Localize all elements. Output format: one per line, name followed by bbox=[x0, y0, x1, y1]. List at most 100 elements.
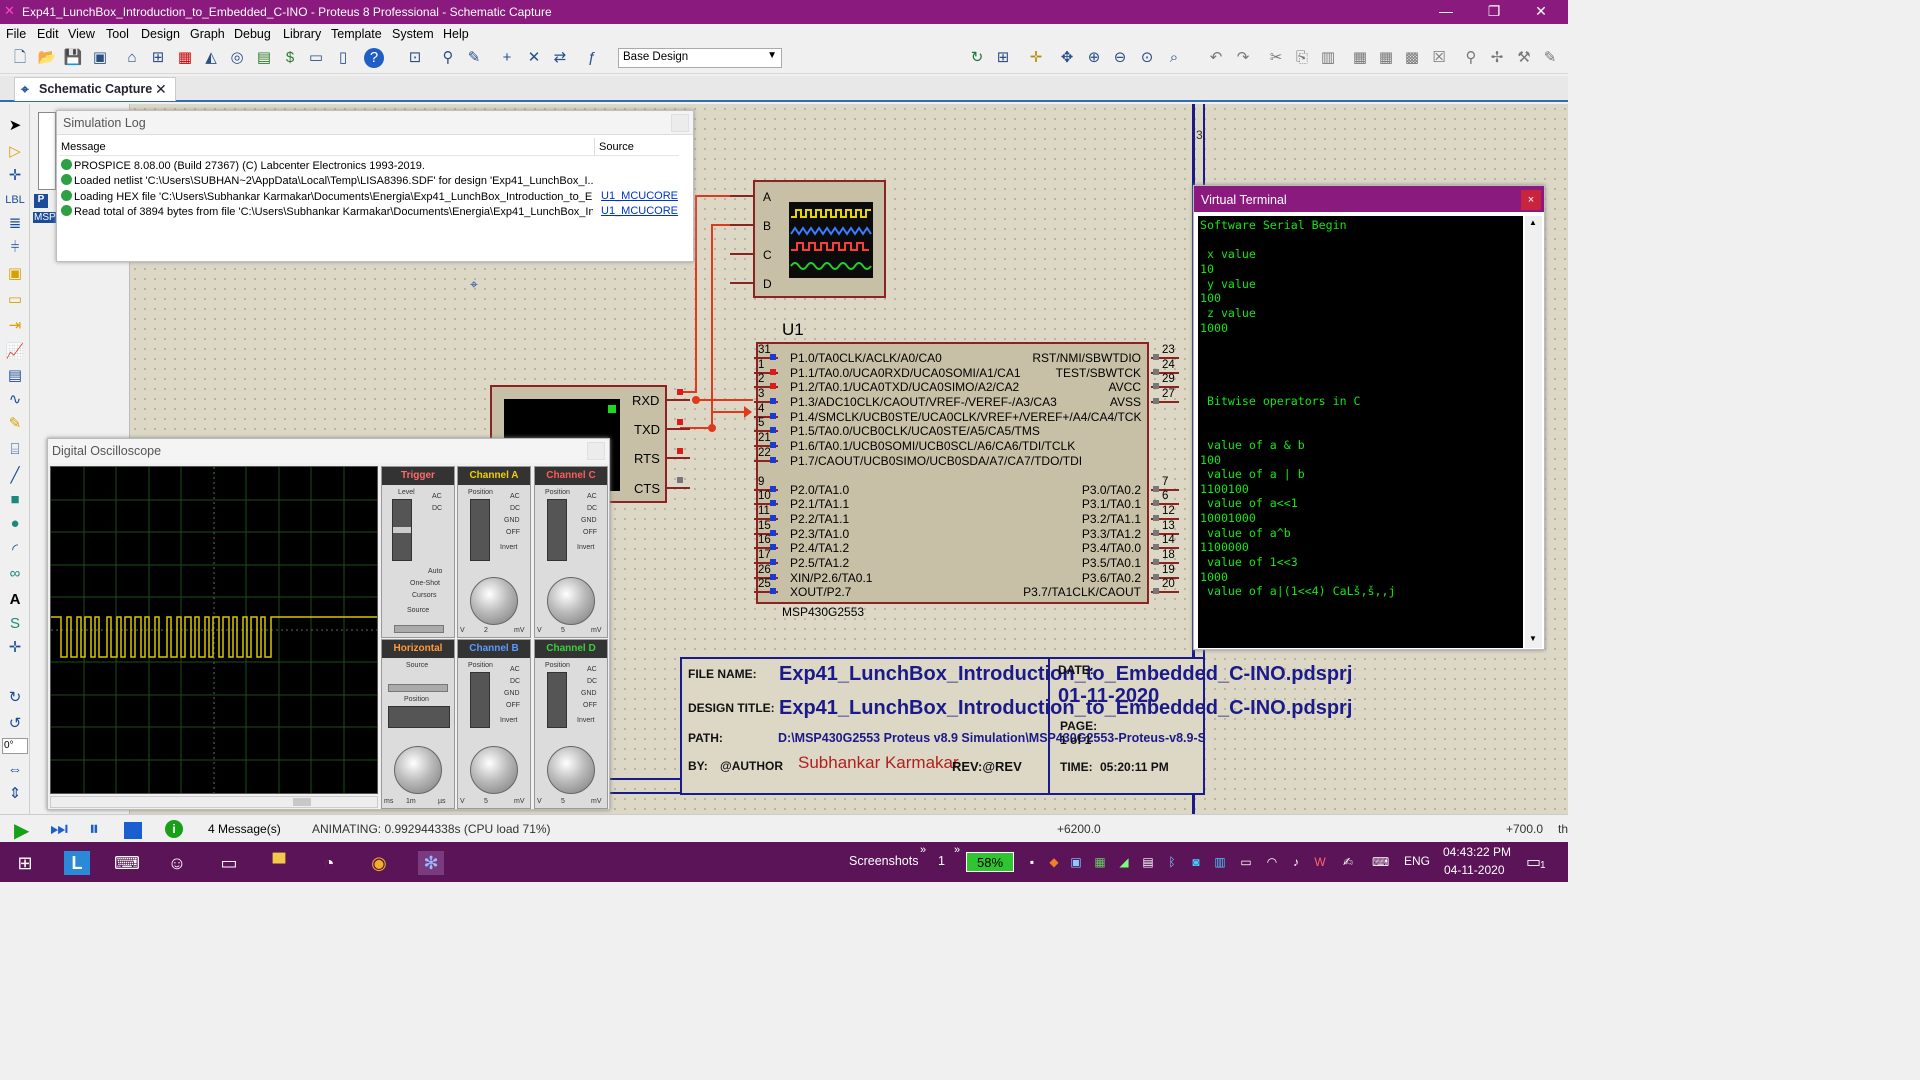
channel-a-position-slider[interactable] bbox=[470, 499, 490, 561]
keyboard-app-icon[interactable]: ⌨ bbox=[114, 851, 140, 875]
pin-name-left: P1.4/SMCLK/UCB0STE/UCA0CLK/VREF+/VEREF+/… bbox=[790, 410, 1142, 424]
simlog-close-button[interactable] bbox=[671, 114, 689, 132]
messages-count[interactable]: 4 Message(s) bbox=[208, 822, 281, 836]
scroll-down-icon[interactable]: ▼ bbox=[1529, 634, 1537, 643]
tray-icon-3[interactable]: ▣ bbox=[1068, 854, 1084, 870]
play-icon[interactable]: ▶ bbox=[14, 818, 29, 843]
pin-name-left: P2.4/TA1.2 bbox=[790, 541, 850, 555]
scroll-up-icon[interactable]: ▲ bbox=[1529, 218, 1537, 227]
language-indicator[interactable]: ENG bbox=[1404, 854, 1430, 868]
trig-one-shot[interactable]: One-Shot bbox=[410, 580, 440, 587]
msp430-chip[interactable]: P1.0/TA0CLK/ACLK/A0/CA0 P1.1/TA0.0/UCA0RX… bbox=[756, 342, 1149, 604]
position-label: Position bbox=[545, 662, 570, 669]
log-row[interactable]: Loaded netlist 'C:\Users\SUBHAN~2\AppDat… bbox=[61, 174, 593, 187]
pause-icon[interactable]: ⏸ bbox=[89, 818, 99, 841]
channel-d-volts-knob[interactable] bbox=[547, 746, 595, 794]
trig-cursors[interactable]: Cursors bbox=[412, 592, 437, 599]
scope-screen[interactable] bbox=[50, 466, 378, 794]
battery-percent[interactable]: 58% bbox=[966, 852, 1014, 872]
people-icon[interactable]: ☺ bbox=[164, 851, 190, 875]
mode-dc[interactable]: DC bbox=[432, 505, 442, 512]
toolbar-chevron-icon[interactable]: » bbox=[920, 844, 926, 856]
bluetooth-icon[interactable]: ᛒ bbox=[1164, 854, 1180, 870]
b-invert[interactable]: Invert bbox=[500, 717, 518, 724]
game-icon[interactable]: ◔ bbox=[316, 851, 342, 875]
channel-c-position-slider[interactable] bbox=[547, 499, 567, 561]
tray-icon-2[interactable]: ◆ bbox=[1046, 854, 1062, 870]
channel-d-header: Channel D bbox=[535, 640, 607, 658]
vt-scrollbar[interactable]: ▲ ▼ bbox=[1525, 216, 1542, 648]
a-mode-off[interactable]: OFF bbox=[506, 529, 520, 536]
a-mode-dc[interactable]: DC bbox=[510, 505, 520, 512]
b-mode-gnd[interactable]: GND bbox=[504, 690, 520, 697]
h-position-slider[interactable] bbox=[388, 706, 450, 728]
nvidia-icon[interactable]: ◢ bbox=[1116, 854, 1132, 870]
pin-name-left: XOUT/P2.7 bbox=[790, 585, 852, 599]
c-invert[interactable]: Invert bbox=[577, 544, 595, 551]
a-mode-gnd[interactable]: GND bbox=[504, 517, 520, 524]
stop-icon[interactable] bbox=[124, 822, 142, 839]
d-mode-gnd[interactable]: GND bbox=[581, 690, 597, 697]
b-mode-off[interactable]: OFF bbox=[506, 702, 520, 709]
h-source-selector[interactable] bbox=[388, 684, 448, 692]
proteus-icon[interactable]: ✻ bbox=[418, 851, 444, 875]
channel-b-position-slider[interactable] bbox=[470, 672, 490, 728]
d-invert[interactable]: Invert bbox=[577, 717, 595, 724]
a-mode-ac[interactable]: AC bbox=[510, 493, 520, 500]
file-explorer-icon[interactable]: ▀ bbox=[266, 851, 292, 875]
tray-icon-6[interactable]: ▤ bbox=[1140, 854, 1156, 870]
channel-a-volts-knob[interactable] bbox=[470, 577, 518, 625]
tray-chevron-icon[interactable]: » bbox=[954, 844, 960, 856]
c-mode-ac[interactable]: AC bbox=[587, 493, 597, 500]
d-mode-off[interactable]: OFF bbox=[583, 702, 597, 709]
app-l-icon[interactable]: L bbox=[64, 851, 90, 875]
tray-icon-9[interactable]: ▥ bbox=[1212, 854, 1228, 870]
c-mode-off[interactable]: OFF bbox=[583, 529, 597, 536]
media-icon[interactable]: ▭ bbox=[216, 851, 242, 875]
mode-ac[interactable]: AC bbox=[432, 493, 442, 500]
tray-icon-8[interactable]: ◙ bbox=[1188, 854, 1204, 870]
vt-close-button[interactable]: × bbox=[1521, 190, 1541, 210]
volume-icon[interactable]: ♪ bbox=[1288, 854, 1304, 870]
tray-icon-4[interactable]: ▦ bbox=[1092, 854, 1108, 870]
step-icon[interactable]: ⏭ bbox=[50, 818, 68, 841]
clock-time[interactable]: 04:43:22 PM bbox=[1443, 845, 1511, 859]
screenshots-label[interactable]: Screenshots bbox=[849, 854, 918, 868]
tray-icon-1[interactable]: ▪ bbox=[1024, 854, 1040, 870]
vt-output[interactable]: Software Serial Begin x value 10 y value… bbox=[1198, 216, 1523, 648]
windows-start-icon[interactable]: ⊞ bbox=[12, 851, 38, 875]
clock-date[interactable]: 04-11-2020 bbox=[1444, 863, 1505, 877]
d-mode-ac[interactable]: AC bbox=[587, 666, 597, 673]
log-source-link[interactable]: U1_MCUCORE bbox=[601, 190, 678, 202]
source-selector[interactable] bbox=[394, 625, 444, 633]
timebase-knob[interactable] bbox=[394, 746, 442, 794]
channel-c-panel: Channel C Position AC DC GND OFF Invert … bbox=[534, 466, 608, 638]
log-row[interactable]: Loading HEX file 'C:\Users\Subhankar Kar… bbox=[61, 190, 593, 203]
trig-auto[interactable]: Auto bbox=[428, 568, 442, 575]
trigger-header: Trigger bbox=[382, 467, 454, 485]
channel-b-volts-knob[interactable] bbox=[470, 746, 518, 794]
b-mode-ac[interactable]: AC bbox=[510, 666, 520, 673]
log-row[interactable]: PROSPICE 8.08.00 (Build 27367) (C) Labce… bbox=[61, 159, 593, 172]
a-invert[interactable]: Invert bbox=[500, 544, 518, 551]
touch-keyboard-icon[interactable]: ⌨ bbox=[1372, 854, 1389, 870]
notification-icon[interactable]: ▭ bbox=[1526, 852, 1541, 872]
log-source-link[interactable]: U1_MCUCORE bbox=[601, 205, 678, 217]
battery-icon[interactable]: ▭ bbox=[1238, 854, 1254, 870]
d-mode-dc[interactable]: DC bbox=[587, 678, 597, 685]
b-mode-dc[interactable]: DC bbox=[510, 678, 520, 685]
oscilloscope-component[interactable]: A B C D bbox=[753, 180, 886, 298]
log-row[interactable]: Read total of 3894 bytes from file 'C:\U… bbox=[61, 205, 593, 218]
chrome-icon[interactable]: ◉ bbox=[366, 851, 392, 875]
channel-d-position-slider[interactable] bbox=[547, 672, 567, 728]
channel-c-volts-knob[interactable] bbox=[547, 577, 595, 625]
c-mode-gnd[interactable]: GND bbox=[581, 517, 597, 524]
scope-close-button[interactable] bbox=[587, 442, 605, 460]
wifi-icon[interactable]: ◠ bbox=[1264, 854, 1280, 870]
c-mode-dc[interactable]: DC bbox=[587, 505, 597, 512]
level-slider[interactable] bbox=[392, 499, 412, 561]
scope-h-scrollbar[interactable] bbox=[50, 796, 378, 808]
tray-icon-13[interactable]: W bbox=[1312, 854, 1328, 870]
info-icon[interactable]: i bbox=[165, 820, 183, 838]
pen-icon[interactable]: ✍ bbox=[1340, 854, 1356, 870]
